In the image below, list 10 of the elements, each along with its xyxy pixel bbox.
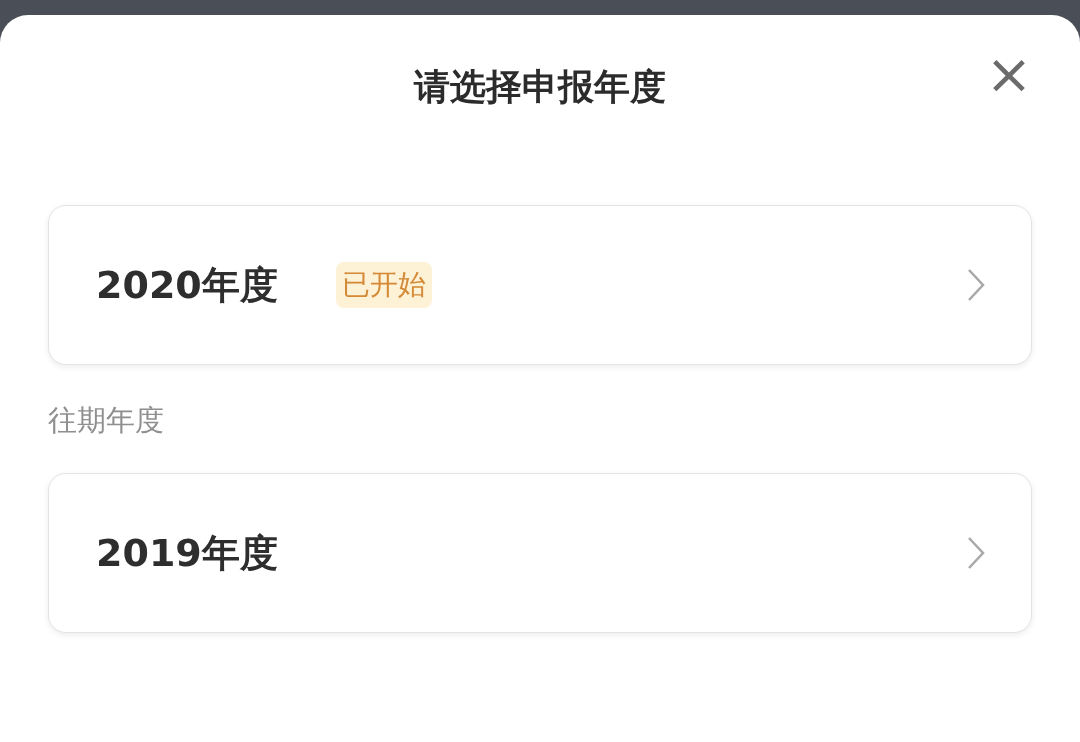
chevron-right-icon xyxy=(967,536,985,570)
close-button[interactable]: × xyxy=(984,49,1034,99)
year-card[interactable]: 2019年度 xyxy=(48,473,1032,633)
section-heading: 往期年度 xyxy=(48,402,165,439)
year-label: 2019年度 xyxy=(96,529,278,577)
chevron-right-icon xyxy=(967,268,985,302)
sheet-title: 请选择申报年度 xyxy=(414,64,666,109)
year-card[interactable]: 2020年度 已开始 xyxy=(48,205,1032,365)
year-label: 2020年度 xyxy=(96,261,278,309)
status-badge: 已开始 xyxy=(335,262,432,308)
